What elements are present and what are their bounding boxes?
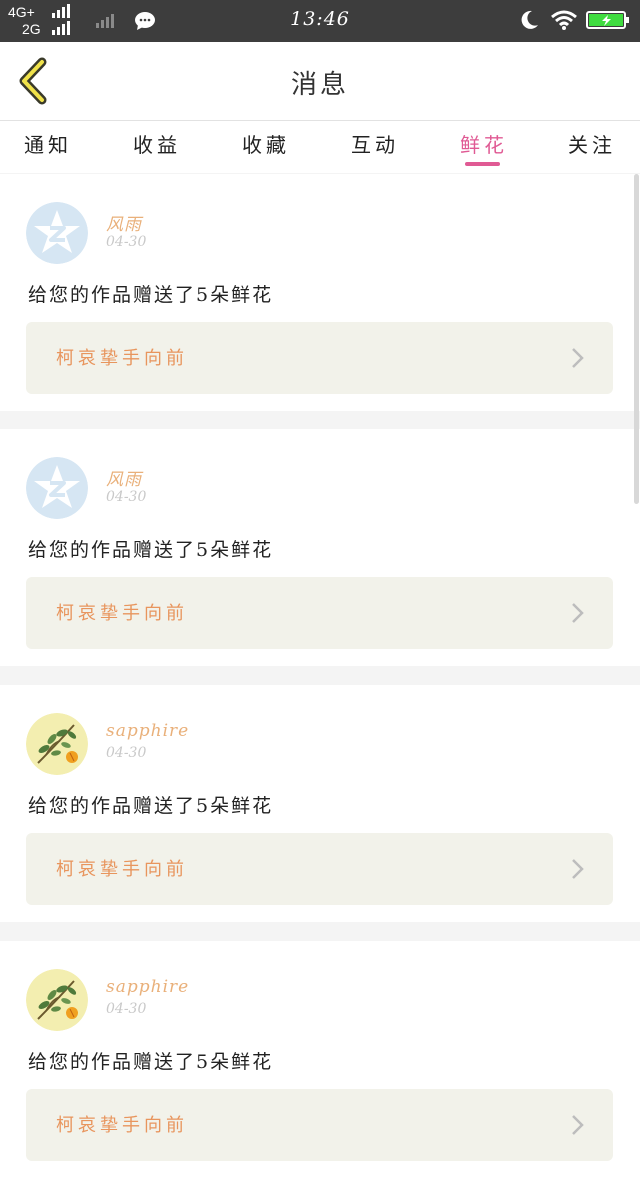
tab-bar: 通知 收益 收藏 互动 鲜花 关注	[0, 121, 640, 173]
qq-star-icon	[26, 202, 88, 264]
app-header: 消息	[0, 42, 640, 121]
chevron-right-icon	[572, 348, 584, 368]
tab-flowers[interactable]: 鲜花	[444, 129, 524, 158]
chevron-right-icon	[572, 603, 584, 623]
moon-icon	[521, 10, 538, 29]
work-title: 柯哀挚手向前	[56, 1115, 188, 1136]
work-link[interactable]: 柯哀挚手向前	[26, 577, 613, 649]
message-date: 04-30	[106, 234, 147, 250]
work-title: 柯哀挚手向前	[56, 348, 188, 369]
message-card: sapphire 04-30 给您的作品赠送了5朵鲜花 柯哀挚手向前	[0, 685, 640, 922]
tab-earnings[interactable]: 收益	[117, 129, 197, 158]
tab-interactions[interactable]: 互动	[335, 129, 415, 158]
message-text: 给您的作品赠送了5朵鲜花	[28, 539, 274, 561]
tab-notice[interactable]: 通知	[8, 129, 88, 158]
avatar[interactable]	[26, 713, 88, 775]
work-link[interactable]: 柯哀挚手向前	[26, 833, 613, 905]
message-text: 给您的作品赠送了5朵鲜花	[28, 795, 274, 817]
username[interactable]: 风雨	[106, 210, 142, 235]
message-date: 04-30	[106, 745, 147, 761]
avatar[interactable]	[26, 969, 88, 1031]
avatar[interactable]	[26, 457, 88, 519]
username[interactable]: sapphire	[106, 721, 189, 741]
chevron-right-icon	[572, 859, 584, 879]
chevron-right-icon	[572, 1115, 584, 1135]
message-card: 风雨 04-30 给您的作品赠送了5朵鲜花 柯哀挚手向前	[0, 429, 640, 666]
work-link[interactable]: 柯哀挚手向前	[26, 322, 613, 394]
message-card: sapphire 04-30 给您的作品赠送了5朵鲜花 柯哀挚手向前	[0, 941, 640, 1178]
username[interactable]: sapphire	[106, 977, 189, 997]
plant-illustration	[26, 969, 88, 1031]
tab-follows[interactable]: 关注	[552, 129, 632, 158]
message-date: 04-30	[106, 1001, 147, 1017]
battery-charging-icon	[586, 11, 629, 29]
plant-illustration	[26, 713, 88, 775]
status-bar: 4G+ 2G 13:46	[0, 0, 640, 42]
qq-star-icon	[26, 457, 88, 519]
work-title: 柯哀挚手向前	[56, 859, 188, 880]
message-text: 给您的作品赠送了5朵鲜花	[28, 284, 274, 306]
message-card: 风雨 04-30 给您的作品赠送了5朵鲜花 柯哀挚手向前	[0, 174, 640, 411]
work-title: 柯哀挚手向前	[56, 603, 188, 624]
message-text: 给您的作品赠送了5朵鲜花	[28, 1051, 274, 1073]
username[interactable]: 风雨	[106, 465, 142, 490]
wifi-icon	[551, 10, 577, 30]
tab-favorites[interactable]: 收藏	[226, 129, 306, 158]
work-link[interactable]: 柯哀挚手向前	[26, 1089, 613, 1161]
message-date: 04-30	[106, 489, 147, 505]
status-time: 13:46	[290, 8, 350, 30]
active-tab-indicator	[465, 162, 500, 166]
page-title: 消息	[290, 70, 349, 100]
scrollbar[interactable]	[634, 174, 639, 504]
avatar[interactable]	[26, 202, 88, 264]
